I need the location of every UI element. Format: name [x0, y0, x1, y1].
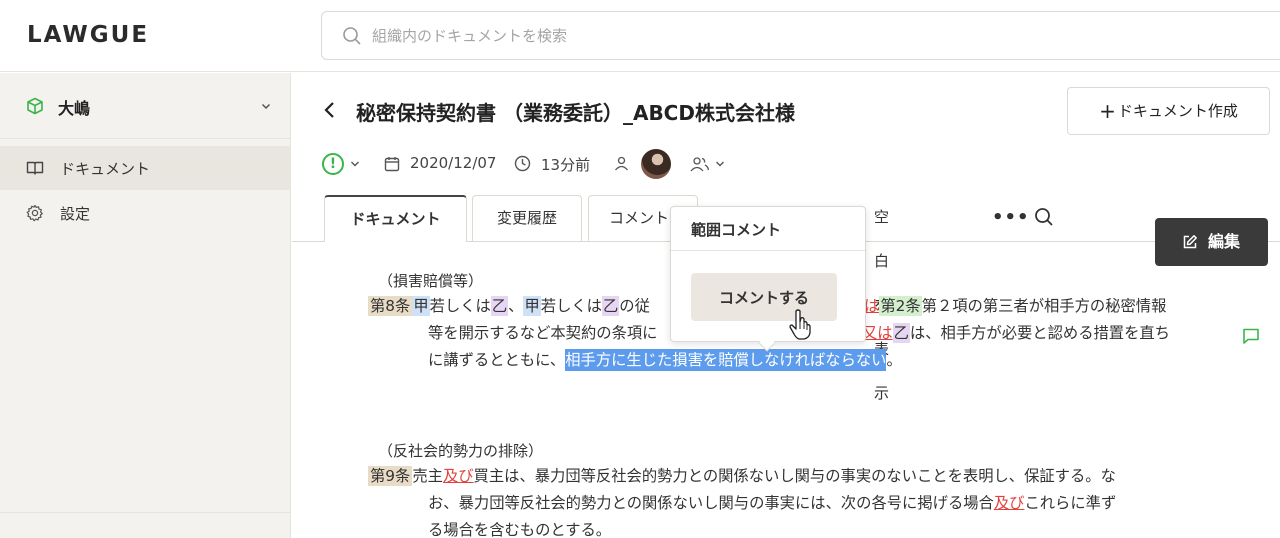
- plus-icon: +: [1099, 99, 1116, 123]
- article-9-line-1[interactable]: 第9条 売主及び買主は、暴力団等反社会的勢力との関係ないし関与の事実のないことを表…: [368, 465, 1116, 487]
- sidebar-item-documents[interactable]: ドキュメント: [0, 146, 291, 190]
- sidebar-footer: [0, 512, 291, 538]
- article-number[interactable]: 第8条: [368, 296, 413, 316]
- party-tag[interactable]: 乙: [892, 323, 910, 343]
- cube-icon: [27, 97, 43, 115]
- hand-cursor-icon: [789, 309, 811, 340]
- text-span: 、: [508, 297, 524, 315]
- text-span: は、相手方が必要と認める措置を直ち: [909, 324, 1170, 342]
- text-span: 等を開示するなど本契約の条項に: [428, 324, 658, 342]
- article-reference[interactable]: 第2条: [879, 296, 922, 316]
- popup-header: 範囲コメント: [671, 207, 865, 251]
- party-tag[interactable]: 甲: [523, 296, 541, 316]
- text-span: 若しくは: [540, 297, 602, 315]
- text-span: 若しくは: [429, 297, 491, 315]
- sidebar-item-settings[interactable]: 設定: [0, 191, 291, 235]
- people-icon[interactable]: [690, 156, 710, 172]
- status-alert-icon[interactable]: !: [322, 153, 344, 175]
- document-title: 秘密保持契約書 （業務委託）_ABCD株式会社様: [356, 101, 795, 125]
- text-span: 売主: [412, 467, 443, 485]
- clock-icon: [514, 155, 531, 172]
- document-meta: ! 2020/12/07 13分前: [322, 149, 922, 181]
- search-input[interactable]: [372, 22, 972, 50]
- text-span: 第２項の第三者が相手方の秘密情報: [921, 297, 1167, 315]
- search-icon[interactable]: [1034, 207, 1054, 227]
- text-span: お、暴力団等反社会的勢力との関係ないし関与の事実には、次の各号に掲げる場合: [428, 494, 994, 512]
- article-8-line-1[interactable]: 第8条 甲若しくは乙、甲若しくは乙の従: [368, 295, 650, 317]
- selected-text[interactable]: 相手方に生じた損害を賠償しなければならない: [565, 349, 887, 371]
- updated-ago: 13分前: [541, 156, 591, 174]
- article-8-line-3[interactable]: に講ずるとともに、相手方に生じた損害を賠償しなければならない。: [428, 349, 902, 371]
- person-icon: [615, 156, 628, 171]
- gear-icon: [26, 204, 43, 222]
- book-icon: [26, 161, 44, 175]
- party-tag[interactable]: 乙: [490, 296, 509, 316]
- sidebar-item-label: 設定: [60, 205, 91, 223]
- calendar-icon: [384, 157, 400, 172]
- back-arrow-icon[interactable]: [322, 100, 338, 120]
- article-8-line-2[interactable]: 等を開示するなど本契約の条項に: [428, 322, 657, 344]
- document-date: 2020/12/07: [410, 154, 497, 172]
- tab-document[interactable]: ドキュメント: [324, 195, 467, 242]
- add-comment-button[interactable]: コメントする: [691, 273, 837, 321]
- sidebar-item-label: ドキュメント: [60, 160, 151, 178]
- article-heading: （損害賠償等）: [378, 272, 484, 290]
- workspace-name: 大嶋: [58, 99, 91, 118]
- text-span: 。: [886, 351, 902, 369]
- chevron-down-icon[interactable]: [715, 160, 725, 168]
- tab-history[interactable]: 変更履歴: [472, 195, 582, 241]
- article-9-line-2[interactable]: お、暴力団等反社会的勢力との関係ないし関与の事実には、次の各号に掲げる場合及びこ…: [428, 492, 1116, 514]
- range-comment-popup: 範囲コメント コメントする: [670, 206, 866, 352]
- article-9-line-3[interactable]: る場合を含むものとする。: [428, 519, 611, 538]
- text-span: に講ずるとともに、: [428, 351, 566, 369]
- conjunction-mark[interactable]: 及び: [443, 467, 474, 485]
- article-number[interactable]: 第9条: [368, 466, 413, 486]
- app-logo[interactable]: LAWGUE: [27, 22, 149, 48]
- sidebar: 大嶋 ドキュメント 設定: [0, 73, 291, 538]
- text-span: これらに準ず: [1024, 494, 1117, 512]
- create-document-button[interactable]: + ドキュメント作成: [1067, 87, 1270, 135]
- article-8-line-2-tail[interactable]: 又は乙は、相手方が必要と認める措置を直ち: [862, 322, 1170, 344]
- article-8-line-1-tail[interactable]: は第2条第２項の第三者が相手方の秘密情報: [864, 295, 1166, 317]
- toggle-whitespace[interactable]: 空白を表示: [874, 195, 889, 402]
- workspace-switcher[interactable]: 大嶋: [0, 73, 291, 139]
- party-tag[interactable]: 乙: [601, 296, 620, 316]
- top-bar: LAWGUE: [0, 0, 1280, 72]
- more-options-icon[interactable]: •••: [992, 207, 1030, 228]
- conjunction-mark[interactable]: 及び: [994, 494, 1025, 512]
- chevron-down-icon[interactable]: [350, 160, 360, 168]
- conjunction-mark[interactable]: 又は: [862, 324, 893, 342]
- party-tag[interactable]: 甲: [412, 296, 430, 316]
- search-icon: [343, 27, 361, 45]
- search-box[interactable]: [321, 11, 1280, 60]
- chevron-down-icon: [261, 103, 271, 110]
- comment-icon[interactable]: [1242, 327, 1260, 345]
- text-span: 買主は、暴力団等反社会的勢力との関係ないし関与の事実のないことを表明し、保証する…: [473, 467, 1116, 485]
- article-heading: （反社会的勢力の排除）: [378, 442, 544, 460]
- avatar[interactable]: [641, 149, 671, 179]
- text-span: の従: [619, 297, 650, 315]
- conjunction-mark[interactable]: は: [864, 297, 879, 315]
- text-span: る場合を含むものとする。: [428, 521, 612, 538]
- create-document-label: ドキュメント作成: [1117, 102, 1238, 120]
